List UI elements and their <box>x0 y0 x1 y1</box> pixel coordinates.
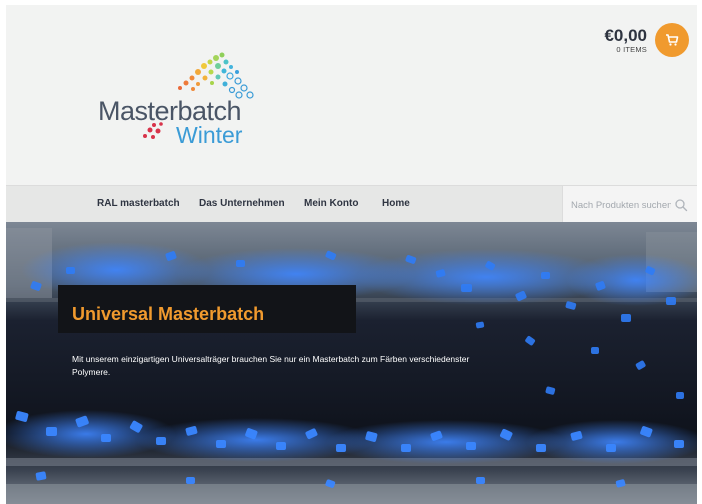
hero-banner: Universal Masterbatch Mit unserem einzig… <box>6 222 697 504</box>
cart-amount: €0,00 <box>604 25 647 45</box>
nav-item-das-unternehmen[interactable]: Das Unternehmen <box>199 198 285 209</box>
nav-item-home[interactable]: Home <box>382 198 410 209</box>
shopping-cart-icon <box>666 34 679 46</box>
search-input[interactable] <box>571 197 671 213</box>
page: Masterbatch Winter €0,00 0 ITEMS RAL mas… <box>6 5 697 504</box>
cart-text: €0,00 0 ITEMS <box>604 25 647 54</box>
main-navigation: RAL masterbatch Das Unternehmen Mein Kon… <box>6 185 697 223</box>
nav-item-ral-masterbatch[interactable]: RAL masterbatch <box>97 198 180 209</box>
cart-item-count: 0 ITEMS <box>616 44 647 54</box>
site-header: Masterbatch Winter €0,00 0 ITEMS <box>6 5 697 185</box>
logo-wordmark-winter: Winter <box>176 122 243 148</box>
site-logo[interactable]: Masterbatch Winter <box>98 50 268 150</box>
nav-item-mein-konto[interactable]: Mein Konto <box>304 198 358 209</box>
hero-title: Universal Masterbatch <box>72 304 265 324</box>
search-icon[interactable] <box>674 198 688 212</box>
cart-button[interactable] <box>655 23 689 57</box>
hero-description: Mit unserem einzigartigen Universalträge… <box>72 354 470 377</box>
cart-summary[interactable]: €0,00 0 ITEMS <box>604 23 689 57</box>
product-search <box>562 186 697 223</box>
